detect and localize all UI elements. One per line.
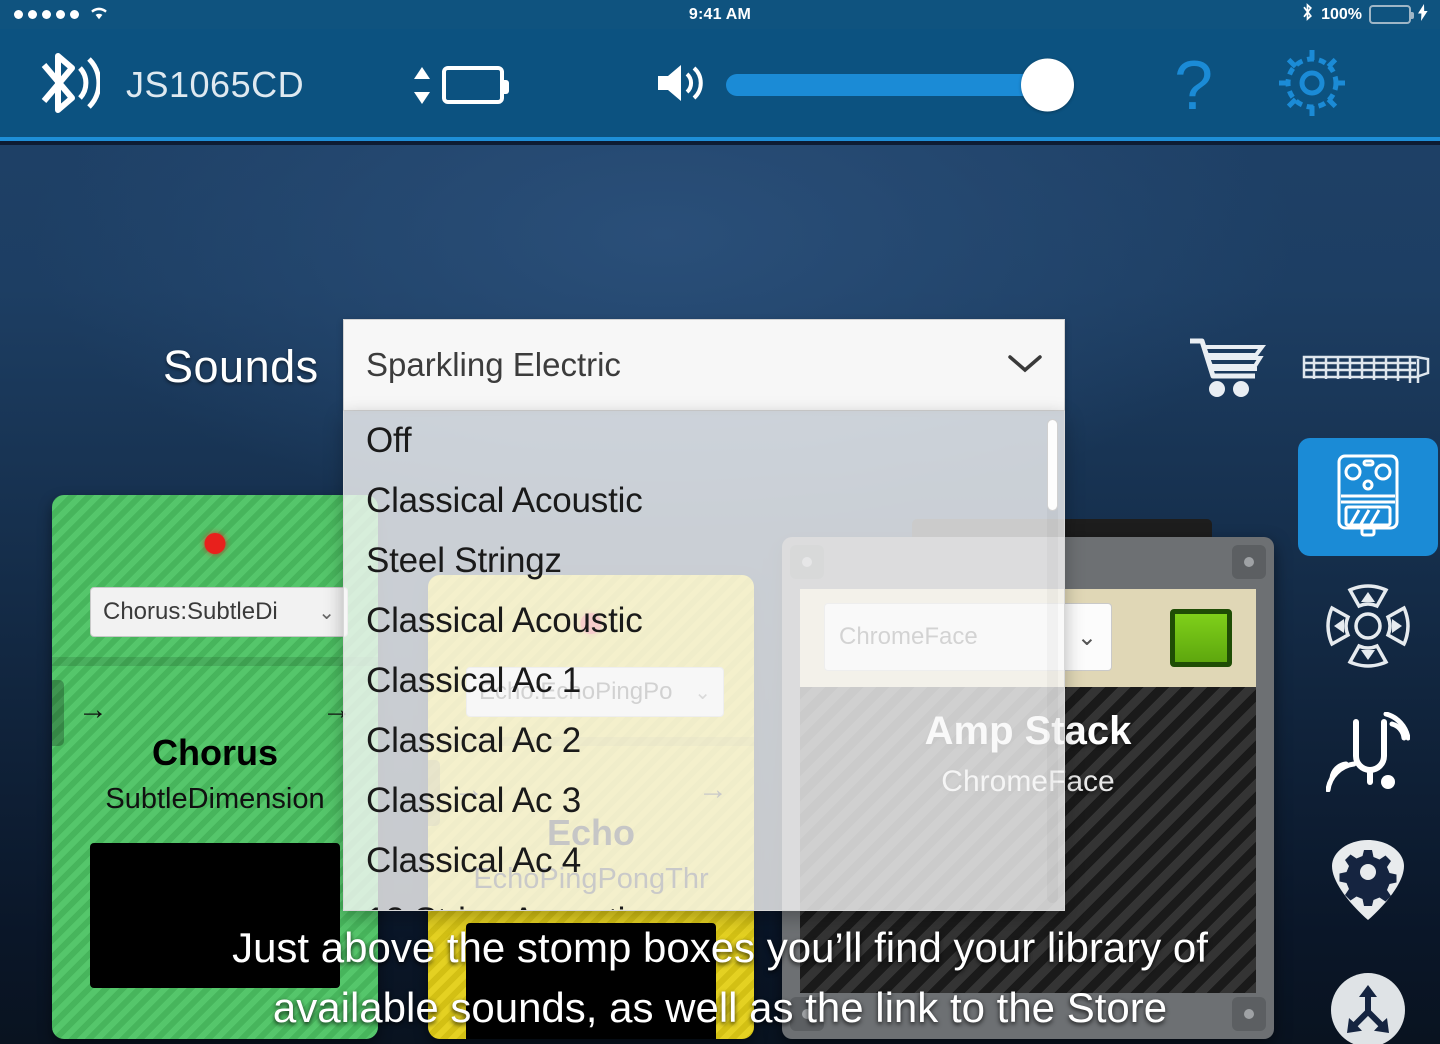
help-button[interactable]: ? [1174, 50, 1213, 120]
stomp-pedal-icon [1333, 452, 1403, 543]
chevron-down-icon [1008, 350, 1042, 381]
list-item[interactable]: 12 String Acoustic [344, 891, 1064, 910]
list-item[interactable]: Classical Ac 2 [344, 711, 1064, 771]
amp-led-indicator [1170, 609, 1232, 667]
tutorial-caption: Just above the stomp boxes you’ll find y… [0, 918, 1440, 1038]
caption-line-1: Just above the stomp boxes you’ll find y… [232, 924, 1208, 971]
volume-slider-knob[interactable] [1021, 58, 1075, 112]
list-item[interactable]: Steel Stringz [344, 531, 1064, 591]
list-item[interactable]: Classical Ac 1 [344, 651, 1064, 711]
sound-option-list[interactable]: Off Classical Acoustic Steel Stringz Cla… [343, 411, 1065, 911]
speaker-volume-icon[interactable] [656, 61, 708, 110]
dropdown-scrollbar[interactable] [1047, 419, 1058, 903]
connected-device-name: JS1065CD [126, 64, 305, 105]
pedal-title: Chorus [152, 732, 278, 773]
sidebar-item-navigation[interactable] [1296, 568, 1440, 688]
sidebar-item-tuner[interactable] [1296, 694, 1440, 814]
pedal-preset-select[interactable]: Chorus:SubtleDi ⌄ [90, 587, 348, 637]
volume-control[interactable] [656, 58, 1075, 112]
gear-icon[interactable] [1273, 44, 1351, 127]
status-bar-right: 100% [1301, 2, 1440, 27]
chevron-down-icon: ⌄ [1076, 623, 1097, 651]
pedal-led-indicator [204, 533, 226, 554]
sound-select-value: Sparkling Electric [366, 346, 621, 383]
page-title: Sounds [163, 341, 319, 392]
list-item[interactable]: Classical Acoustic [344, 591, 1064, 651]
battery-percent-label: 100% [1321, 5, 1362, 23]
app-toolbar: JS1065CD ? [0, 29, 1440, 141]
up-down-arrows-icon [412, 66, 432, 104]
volume-slider[interactable] [726, 58, 1075, 112]
pedal-subtitle: SubtleDimension [105, 783, 325, 815]
list-item[interactable]: Off [344, 411, 1064, 471]
list-item[interactable]: Classical Acoustic [344, 471, 1064, 531]
ios-status-bar: 9:41 AM 100% [0, 0, 1440, 29]
chevron-down-icon: ⌄ [318, 601, 335, 624]
amp-corner-bracket [1232, 545, 1266, 579]
lightning-bolt-icon [1418, 3, 1428, 26]
device-status-group [412, 66, 510, 104]
battery-icon [1369, 5, 1414, 24]
sound-library-dropdown[interactable]: Sparkling Electric Off Classical Acousti… [343, 319, 1065, 911]
sound-select-field[interactable]: Sparkling Electric [343, 319, 1065, 411]
list-item[interactable]: Classical Ac 3 [344, 771, 1064, 831]
dpad-navigation-icon [1326, 583, 1410, 673]
caption-line-2: available sounds, as well as the link to… [272, 984, 1168, 1031]
pedal-arrow-in-icon: → [78, 693, 108, 726]
shopping-cart-icon[interactable] [1188, 337, 1268, 404]
pick-settings-icon [1330, 838, 1406, 927]
status-bar-clock: 9:41 AM [688, 5, 752, 23]
bluetooth-connected-icon[interactable] [36, 46, 102, 125]
device-battery-icon [442, 66, 510, 104]
main-stage: Sounds Chorus:SubtleDi ⌄ → → Chorus Subt… [0, 145, 1440, 1044]
list-item[interactable]: Classical Ac 4 [344, 831, 1064, 891]
tuner-icon [1325, 711, 1411, 797]
sidebar-item-stomp-pedal[interactable] [1298, 438, 1438, 556]
pedal-divider [52, 657, 378, 666]
bluetooth-icon [1301, 2, 1314, 27]
pedal-preset-value: Chorus:SubtleDi [103, 598, 278, 625]
dropdown-scrollbar-thumb[interactable] [1047, 419, 1058, 511]
